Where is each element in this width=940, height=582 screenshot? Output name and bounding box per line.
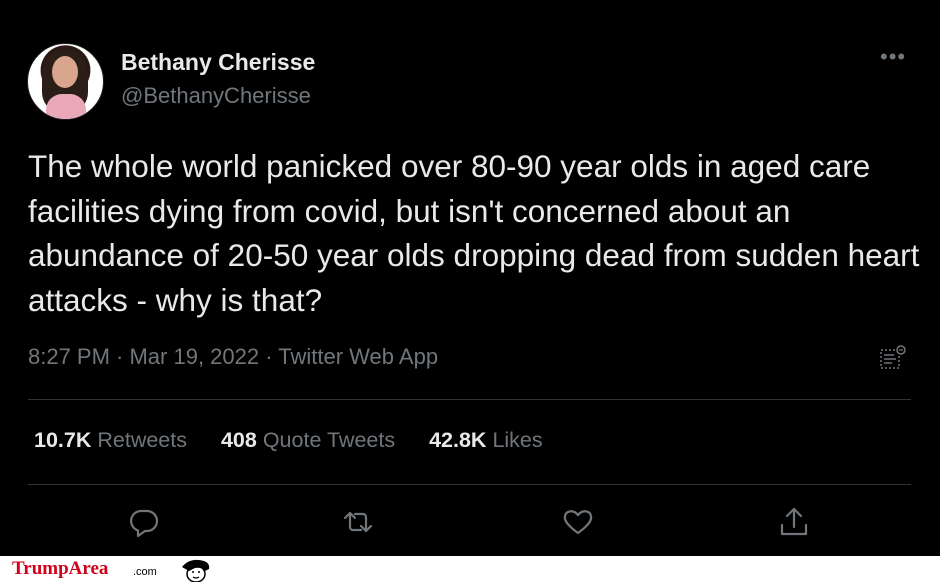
display-name[interactable]: Bethany Cherisse xyxy=(121,49,315,76)
engagement-stats: 10.7K Retweets 408 Quote Tweets 42.8K Li… xyxy=(34,428,571,453)
share-icon[interactable] xyxy=(777,505,811,539)
retweet-icon[interactable] xyxy=(341,505,375,539)
divider xyxy=(28,484,911,485)
tweet-card: Bethany Cherisse @BethanyCherisse ••• Th… xyxy=(0,0,940,556)
brand-logo[interactable]: TrumpArea xyxy=(12,558,108,580)
like-icon[interactable] xyxy=(561,505,595,539)
reply-icon[interactable] xyxy=(127,505,161,539)
analytics-icon[interactable] xyxy=(878,344,906,372)
user-handle[interactable]: @BethanyCherisse xyxy=(121,83,311,109)
quote-tweets-stat[interactable]: 408 Quote Tweets xyxy=(221,428,395,453)
likes-stat[interactable]: 42.8K Likes xyxy=(429,428,543,453)
more-options-icon[interactable]: ••• xyxy=(880,46,906,68)
tweet-timestamp[interactable]: 8:27 PM · Mar 19, 2022 · Twitter Web App xyxy=(28,344,438,370)
watermark-bar: TrumpArea .com xyxy=(0,556,940,582)
retweets-stat[interactable]: 10.7K Retweets xyxy=(34,428,187,453)
brand-suffix: .com xyxy=(133,566,157,578)
mascot-icon xyxy=(182,559,210,582)
avatar[interactable] xyxy=(27,43,104,120)
divider xyxy=(28,399,911,400)
tweet-text: The whole world panicked over 80-90 year… xyxy=(28,148,920,318)
